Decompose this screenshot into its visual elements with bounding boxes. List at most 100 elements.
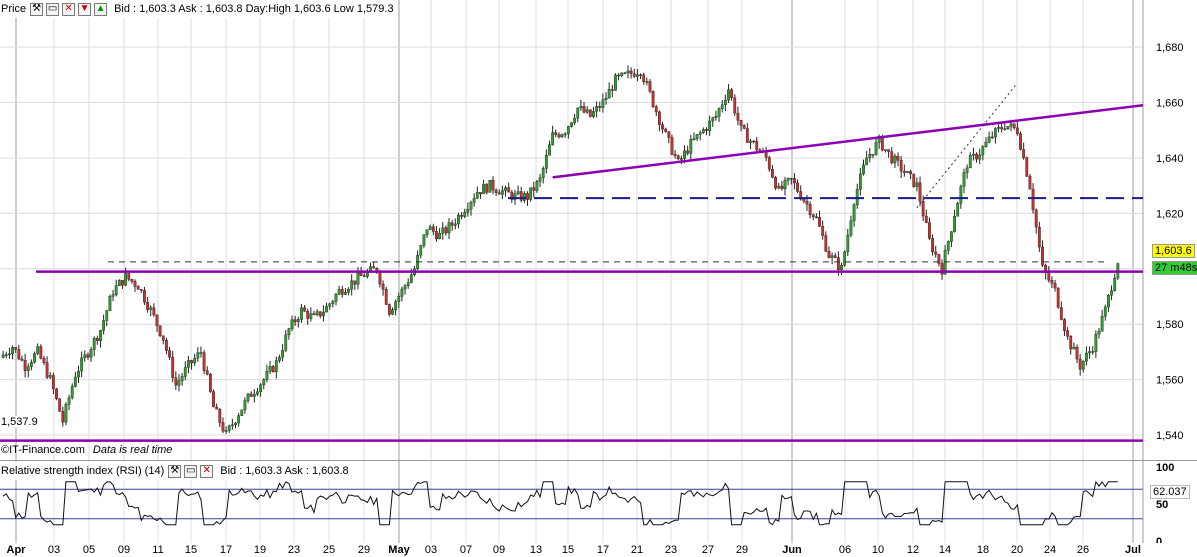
candle-up — [466, 208, 470, 213]
x-tick-label: 09 — [118, 544, 130, 556]
y-tick-label: 1,580 — [1156, 319, 1184, 331]
candle-down — [736, 112, 740, 121]
candle-down — [359, 272, 363, 276]
candle-up — [777, 185, 781, 189]
candle-up — [997, 127, 1000, 129]
price-chart-pane[interactable]: 1,5401,5601,5801,6001,6201,6401,6601,680… — [0, 0, 1197, 460]
candle-down — [1015, 127, 1019, 134]
candle-up — [604, 97, 608, 100]
candle-down — [924, 215, 928, 223]
candle-up — [789, 177, 793, 180]
candle-up — [309, 313, 313, 319]
candle-up — [180, 376, 184, 381]
candle-up — [26, 366, 30, 371]
candle-down — [673, 154, 677, 156]
candle-up — [92, 338, 96, 350]
candle-up — [541, 168, 545, 179]
wrench-icon[interactable]: ⚒ — [30, 2, 44, 16]
candle-down — [58, 398, 62, 412]
candle-down — [1019, 133, 1022, 150]
candle-up — [1081, 360, 1085, 370]
source-text: ©IT-Finance.com — [1, 444, 85, 456]
candle-down — [271, 366, 275, 372]
candle-up — [714, 116, 718, 118]
rsi-quote: Bid : 1,603.3 Ask : 1,603.8 — [216, 465, 348, 477]
candle-down — [793, 177, 796, 184]
candle-down — [896, 155, 900, 161]
candle-up — [950, 231, 953, 242]
candle-down — [1053, 282, 1057, 289]
candle-down — [1056, 287, 1060, 308]
candle-up — [689, 139, 693, 154]
rsi-pane[interactable]: 100 50 0 Relative strength index (RSI) (14… — [0, 460, 1197, 548]
candle-up — [400, 288, 404, 297]
candle-down — [479, 192, 482, 195]
candle-up — [472, 198, 476, 203]
candle-up — [227, 425, 231, 431]
candle-down — [155, 314, 159, 326]
candle-up — [516, 191, 520, 195]
price-chart[interactable]: 1,5401,5601,5801,6001,6201,6401,6601,680 — [0, 0, 1197, 460]
candle-up — [149, 307, 153, 310]
candle-up — [4, 354, 8, 356]
candle-down — [485, 184, 489, 193]
close-icon[interactable]: ✕ — [200, 464, 214, 478]
candle-up — [177, 380, 181, 386]
y-tick-label: 1,640 — [1156, 153, 1184, 165]
candle-up — [337, 288, 341, 295]
x-tick-label: May — [388, 544, 410, 556]
candle-down — [975, 153, 978, 160]
arrow-up-icon[interactable]: ▲ — [94, 2, 108, 16]
candle-up — [290, 319, 294, 330]
candle-up — [70, 386, 74, 398]
candle-up — [409, 274, 413, 283]
candle-down — [629, 70, 633, 74]
candle-up — [196, 352, 200, 359]
x-tick-label: 21 — [631, 544, 643, 556]
y-tick-label: 1,540 — [1156, 430, 1184, 442]
candle-up — [447, 222, 451, 234]
candle-down — [1050, 280, 1054, 284]
candle-down — [808, 204, 812, 215]
rsi-pane-label: Relative strength index (RSI) (14) — [1, 465, 165, 477]
candle-down — [139, 289, 143, 291]
candle-down — [928, 222, 931, 239]
candle-down — [686, 150, 690, 154]
candle-down — [1025, 157, 1029, 177]
candle-down — [833, 255, 837, 258]
arrow-down-icon[interactable]: ▼ — [78, 2, 92, 16]
x-tick-label: 27 — [702, 544, 714, 556]
candle-up — [1100, 316, 1104, 332]
candle-down — [780, 185, 784, 189]
candle-up — [287, 328, 291, 336]
candle-down — [158, 325, 162, 336]
candle-up — [749, 140, 752, 143]
window-icon[interactable]: ▭ — [184, 464, 198, 478]
candle-down — [617, 74, 620, 77]
x-tick-label: 05 — [83, 544, 95, 556]
window-icon[interactable]: ▭ — [46, 2, 60, 16]
y-tick-label: 1,660 — [1156, 98, 1184, 110]
candle-up — [73, 376, 77, 387]
candle-up — [692, 138, 696, 140]
candle-up — [783, 180, 787, 189]
wrench-icon[interactable]: ⚒ — [168, 464, 182, 478]
candle-up — [727, 89, 730, 101]
x-tick-label: Jul — [1125, 544, 1141, 556]
x-tick-label: 29 — [358, 544, 370, 556]
candle-down — [202, 352, 206, 371]
candle-up — [1085, 352, 1088, 362]
close-icon[interactable]: ✕ — [62, 2, 76, 16]
candle-up — [475, 192, 479, 199]
candle-down — [312, 313, 316, 315]
candle-up — [956, 202, 960, 217]
candle-up — [560, 134, 564, 138]
candle-down — [667, 131, 671, 138]
x-tick-label: 07 — [460, 544, 472, 556]
candle-down — [23, 360, 27, 371]
candle-down — [1066, 330, 1070, 337]
candle-down — [1091, 351, 1095, 353]
candle-up — [469, 202, 473, 210]
candle-down — [1012, 123, 1016, 129]
candle-up — [968, 155, 972, 169]
